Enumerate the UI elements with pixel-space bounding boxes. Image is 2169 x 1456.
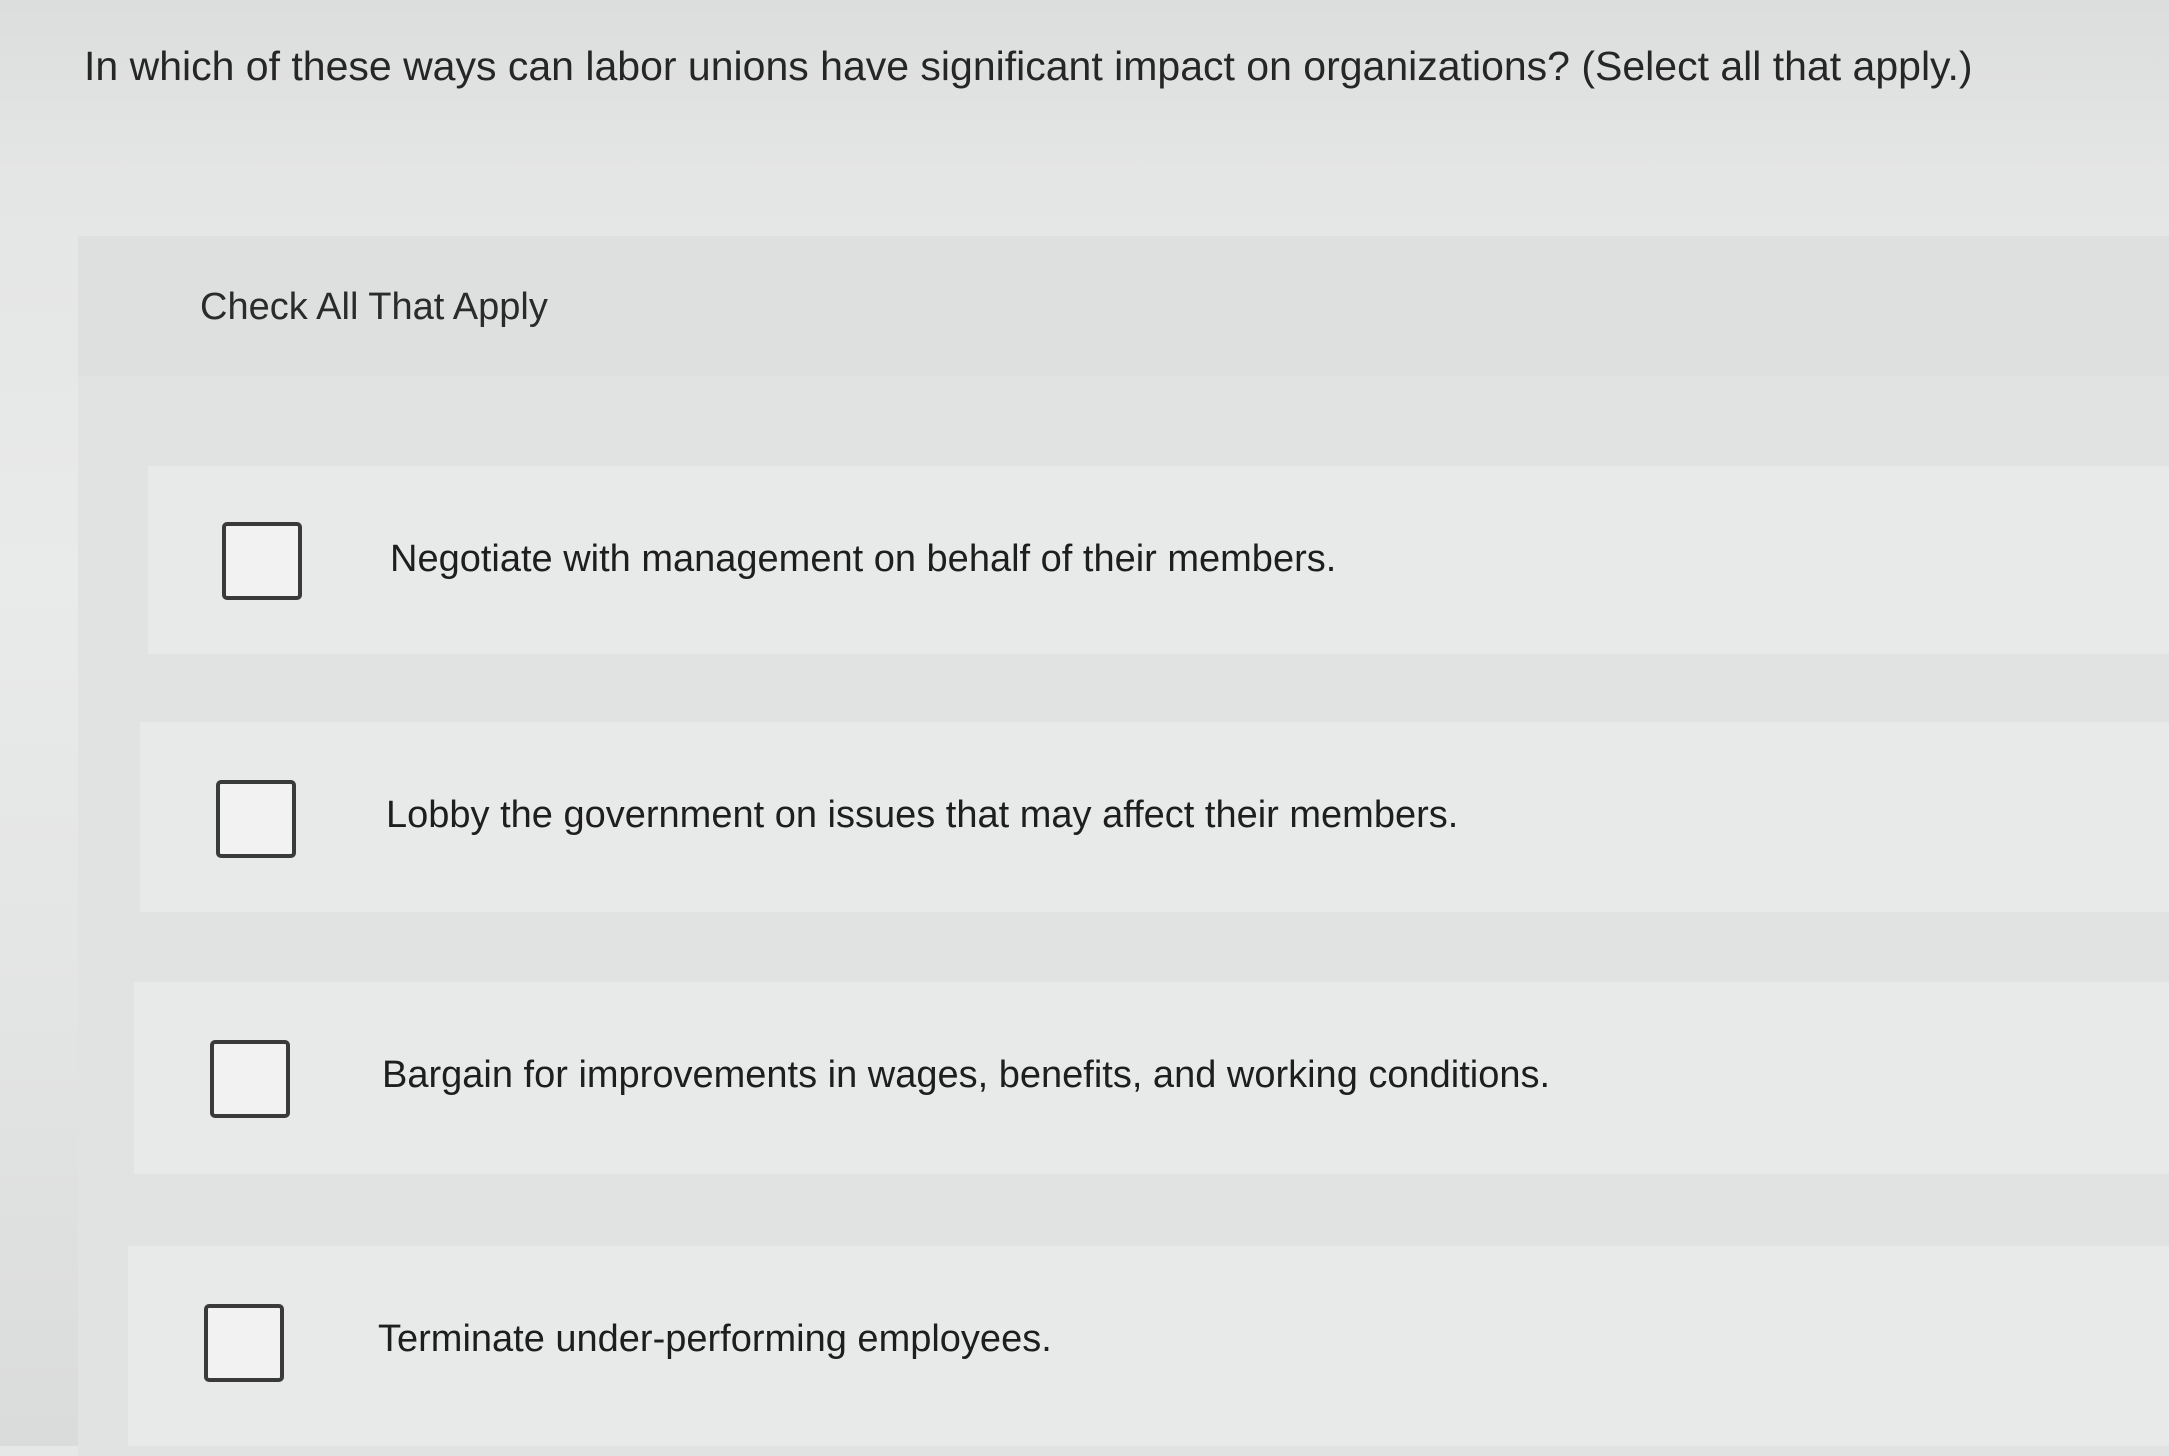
option-label[interactable]: Lobby the government on issues that may …	[386, 792, 1458, 838]
option-checkbox[interactable]	[216, 780, 296, 858]
option-label[interactable]: Terminate under-performing employees.	[378, 1316, 1052, 1362]
option-checkbox[interactable]	[222, 522, 302, 600]
page-background: In which of these ways can labor unions …	[0, 0, 2169, 1456]
option-label[interactable]: Negotiate with management on behalf of t…	[390, 536, 1336, 582]
option-checkbox[interactable]	[204, 1304, 284, 1382]
option-label[interactable]: Bargain for improvements in wages, benef…	[382, 1052, 1550, 1098]
option-checkbox[interactable]	[210, 1040, 290, 1118]
option-negotiate[interactable]: Negotiate with management on behalf of t…	[148, 466, 2169, 654]
option-bargain[interactable]: Bargain for improvements in wages, benef…	[134, 982, 2169, 1174]
option-terminate[interactable]: Terminate under-performing employees.	[128, 1246, 2169, 1446]
option-lobby[interactable]: Lobby the government on issues that may …	[140, 722, 2169, 912]
question-text: In which of these ways can labor unions …	[84, 43, 1973, 89]
check-all-that-apply-label: Check All That Apply	[200, 286, 548, 328]
